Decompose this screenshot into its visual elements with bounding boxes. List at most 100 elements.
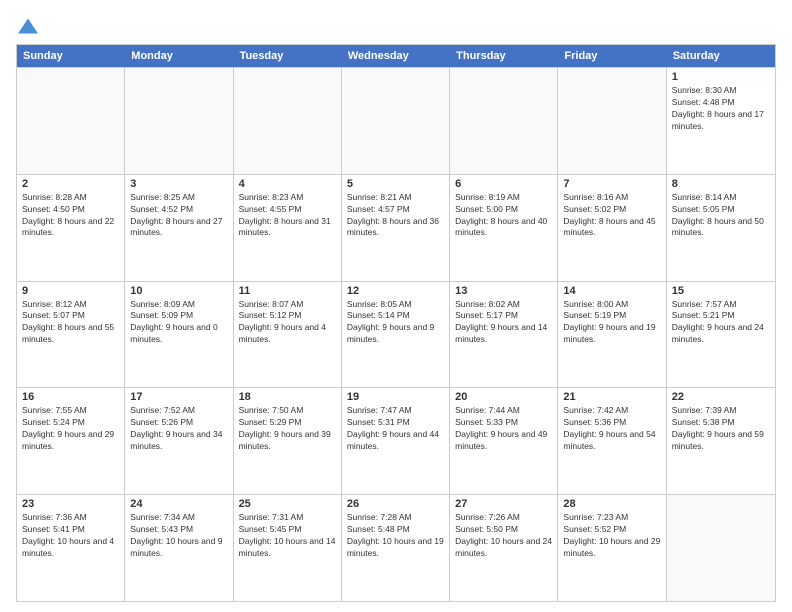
day-info: Sunrise: 8:00 AM Sunset: 5:19 PM Dayligh… [563,299,660,347]
day-number: 2 [22,178,119,190]
day-number: 20 [455,391,552,403]
calendar-row-1: 1 Sunrise: 8:30 AM Sunset: 4:48 PM Daylig… [17,67,775,174]
calendar-cell [17,68,125,174]
day-info: Sunrise: 7:50 AM Sunset: 5:29 PM Dayligh… [239,405,336,453]
calendar-cell: 6 Sunrise: 8:19 AM Sunset: 5:00 PM Daylig… [450,175,558,281]
calendar-cell: 24 Sunrise: 7:34 AM Sunset: 5:43 PM Dayli… [125,495,233,601]
day-number: 7 [563,178,660,190]
header-day-monday: Monday [125,45,233,67]
day-info: Sunrise: 7:34 AM Sunset: 5:43 PM Dayligh… [130,512,227,560]
calendar-row-4: 16 Sunrise: 7:55 AM Sunset: 5:24 PM Dayli… [17,387,775,494]
day-info: Sunrise: 7:57 AM Sunset: 5:21 PM Dayligh… [672,299,770,347]
calendar-cell: 20 Sunrise: 7:44 AM Sunset: 5:33 PM Dayli… [450,388,558,494]
day-number: 10 [130,285,227,297]
day-number: 16 [22,391,119,403]
calendar-cell: 26 Sunrise: 7:28 AM Sunset: 5:48 PM Dayli… [342,495,450,601]
header-day-wednesday: Wednesday [342,45,450,67]
day-info: Sunrise: 8:02 AM Sunset: 5:17 PM Dayligh… [455,299,552,347]
calendar-cell [667,495,775,601]
day-info: Sunrise: 8:23 AM Sunset: 4:55 PM Dayligh… [239,192,336,240]
day-info: Sunrise: 7:39 AM Sunset: 5:38 PM Dayligh… [672,405,770,453]
day-number: 3 [130,178,227,190]
calendar-body: 1 Sunrise: 8:30 AM Sunset: 4:48 PM Daylig… [17,67,775,601]
calendar-cell: 28Sunrise: 7:23 AM Sunset: 5:52 PM Dayli… [558,495,666,601]
day-number: 28 [563,498,660,510]
day-info: Sunrise: 7:55 AM Sunset: 5:24 PM Dayligh… [22,405,119,453]
calendar-row-2: 2 Sunrise: 8:28 AM Sunset: 4:50 PM Daylig… [17,174,775,281]
calendar-row-5: 23 Sunrise: 7:36 AM Sunset: 5:41 PM Dayli… [17,494,775,601]
day-info: Sunrise: 8:30 AM Sunset: 4:48 PM Dayligh… [672,85,770,133]
day-number: 18 [239,391,336,403]
header-day-sunday: Sunday [17,45,125,67]
day-number: 6 [455,178,552,190]
calendar-cell: 25 Sunrise: 7:31 AM Sunset: 5:45 PM Dayli… [234,495,342,601]
calendar-cell: 12 Sunrise: 8:05 AM Sunset: 5:14 PM Dayli… [342,282,450,388]
day-info: Sunrise: 7:36 AM Sunset: 5:41 PM Dayligh… [22,512,119,560]
day-number: 1 [672,71,770,83]
day-info: Sunrise: 7:47 AM Sunset: 5:31 PM Dayligh… [347,405,444,453]
calendar-cell: 11 Sunrise: 8:07 AM Sunset: 5:12 PM Dayli… [234,282,342,388]
header-day-friday: Friday [558,45,666,67]
day-number: 17 [130,391,227,403]
logo [16,16,38,36]
page-header [16,16,776,36]
calendar-cell: 5 Sunrise: 8:21 AM Sunset: 4:57 PM Daylig… [342,175,450,281]
calendar: SundayMondayTuesdayWednesdayThursdayFrid… [16,44,776,602]
day-info: Sunrise: 8:25 AM Sunset: 4:52 PM Dayligh… [130,192,227,240]
day-number: 26 [347,498,444,510]
header-day-thursday: Thursday [450,45,558,67]
calendar-cell: 27 Sunrise: 7:26 AM Sunset: 5:50 PM Dayli… [450,495,558,601]
day-info: Sunrise: 8:19 AM Sunset: 5:00 PM Dayligh… [455,192,552,240]
calendar-cell: 15 Sunrise: 7:57 AM Sunset: 5:21 PM Dayli… [667,282,775,388]
day-number: 12 [347,285,444,297]
day-number: 13 [455,285,552,297]
calendar-cell: 19 Sunrise: 7:47 AM Sunset: 5:31 PM Dayli… [342,388,450,494]
calendar-cell: 7Sunrise: 8:16 AM Sunset: 5:02 PM Daylig… [558,175,666,281]
day-info: Sunrise: 7:31 AM Sunset: 5:45 PM Dayligh… [239,512,336,560]
day-info: Sunrise: 7:28 AM Sunset: 5:48 PM Dayligh… [347,512,444,560]
day-info: Sunrise: 8:21 AM Sunset: 4:57 PM Dayligh… [347,192,444,240]
logo-icon [18,16,38,36]
calendar-cell [234,68,342,174]
day-number: 25 [239,498,336,510]
day-number: 23 [22,498,119,510]
header-day-tuesday: Tuesday [234,45,342,67]
calendar-cell: 1 Sunrise: 8:30 AM Sunset: 4:48 PM Daylig… [667,68,775,174]
calendar-cell: 22 Sunrise: 7:39 AM Sunset: 5:38 PM Dayli… [667,388,775,494]
day-number: 22 [672,391,770,403]
day-info: Sunrise: 8:07 AM Sunset: 5:12 PM Dayligh… [239,299,336,347]
calendar-cell: 8Sunrise: 8:14 AM Sunset: 5:05 PM Daylig… [667,175,775,281]
calendar-cell: 18 Sunrise: 7:50 AM Sunset: 5:29 PM Dayli… [234,388,342,494]
calendar-cell [125,68,233,174]
day-number: 9 [22,285,119,297]
day-info: Sunrise: 7:52 AM Sunset: 5:26 PM Dayligh… [130,405,227,453]
day-number: 19 [347,391,444,403]
day-info: Sunrise: 8:05 AM Sunset: 5:14 PM Dayligh… [347,299,444,347]
calendar-cell: 23 Sunrise: 7:36 AM Sunset: 5:41 PM Dayli… [17,495,125,601]
day-info: Sunrise: 8:28 AM Sunset: 4:50 PM Dayligh… [22,192,119,240]
calendar-cell [342,68,450,174]
day-number: 24 [130,498,227,510]
day-info: Sunrise: 7:26 AM Sunset: 5:50 PM Dayligh… [455,512,552,560]
day-info: Sunrise: 8:09 AM Sunset: 5:09 PM Dayligh… [130,299,227,347]
calendar-cell: 16 Sunrise: 7:55 AM Sunset: 5:24 PM Dayli… [17,388,125,494]
calendar-cell: 13 Sunrise: 8:02 AM Sunset: 5:17 PM Dayli… [450,282,558,388]
day-number: 4 [239,178,336,190]
day-number: 5 [347,178,444,190]
day-number: 27 [455,498,552,510]
day-number: 15 [672,285,770,297]
day-number: 11 [239,285,336,297]
calendar-row-3: 9Sunrise: 8:12 AM Sunset: 5:07 PM Daylig… [17,281,775,388]
day-number: 14 [563,285,660,297]
day-number: 8 [672,178,770,190]
day-info: Sunrise: 7:44 AM Sunset: 5:33 PM Dayligh… [455,405,552,453]
day-number: 21 [563,391,660,403]
calendar-cell: 21Sunrise: 7:42 AM Sunset: 5:36 PM Dayli… [558,388,666,494]
header-day-saturday: Saturday [667,45,775,67]
calendar-cell: 3 Sunrise: 8:25 AM Sunset: 4:52 PM Daylig… [125,175,233,281]
calendar-cell: 9Sunrise: 8:12 AM Sunset: 5:07 PM Daylig… [17,282,125,388]
calendar-cell: 4 Sunrise: 8:23 AM Sunset: 4:55 PM Daylig… [234,175,342,281]
calendar-cell: 2 Sunrise: 8:28 AM Sunset: 4:50 PM Daylig… [17,175,125,281]
calendar-cell: 17 Sunrise: 7:52 AM Sunset: 5:26 PM Dayli… [125,388,233,494]
calendar-cell: 10 Sunrise: 8:09 AM Sunset: 5:09 PM Dayli… [125,282,233,388]
